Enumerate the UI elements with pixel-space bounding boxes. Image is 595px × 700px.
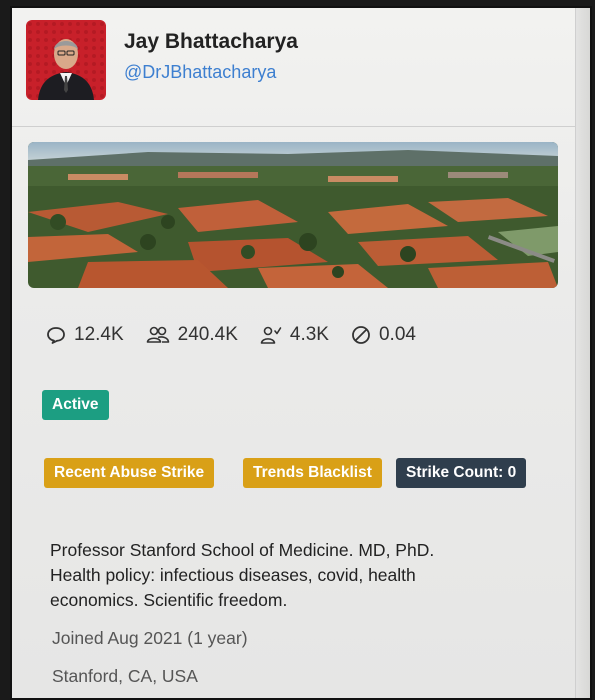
profile-card: Jay Bhattacharya @DrJBhattacharya 12.4K … <box>10 6 592 700</box>
profile-banner <box>28 142 558 288</box>
profile-header: Jay Bhattacharya @DrJBhattacharya <box>12 8 590 126</box>
bio-line: economics. Scientific freedom. <box>50 590 288 610</box>
stat-ratio: 0.04 <box>351 324 416 346</box>
stat-followers: 240.4K <box>146 324 238 346</box>
comment-icon <box>47 327 65 344</box>
stat-following: 4.3K <box>260 324 329 346</box>
ratio-value: 0.04 <box>378 324 416 345</box>
header-divider <box>12 126 590 127</box>
trends-blacklist-badge: Trends Blacklist <box>243 458 382 488</box>
scrollbar-track[interactable] <box>575 8 590 698</box>
joined-date: Joined Aug 2021 (1 year) <box>52 628 248 648</box>
status-badge: Active <box>42 390 109 420</box>
followers-count: 240.4K <box>177 324 238 345</box>
stat-replies: 12.4K <box>46 324 124 346</box>
users-icon <box>146 326 169 343</box>
profile-bio: Professor Stanford School of Medicine. M… <box>50 538 520 613</box>
slash-circle-icon <box>352 326 370 344</box>
profile-handle[interactable]: @DrJBhattacharya <box>124 62 276 83</box>
avatar[interactable] <box>26 20 106 100</box>
profile-location: Stanford, CA, USA <box>52 666 198 686</box>
replies-count: 12.4K <box>74 324 124 345</box>
bio-line: Professor Stanford School of Medicine. M… <box>50 540 435 560</box>
following-count: 4.3K <box>289 324 329 345</box>
profile-name: Jay Bhattacharya <box>124 30 298 53</box>
bio-line: Health policy: infectious diseases, covi… <box>50 565 416 585</box>
profile-stats: 12.4K 240.4K 4.3K 0.04 <box>46 320 438 350</box>
user-check-icon <box>260 326 282 344</box>
abuse-strike-badge: Recent Abuse Strike <box>44 458 215 488</box>
strike-count-badge: Strike Count: 0 <box>396 458 527 488</box>
